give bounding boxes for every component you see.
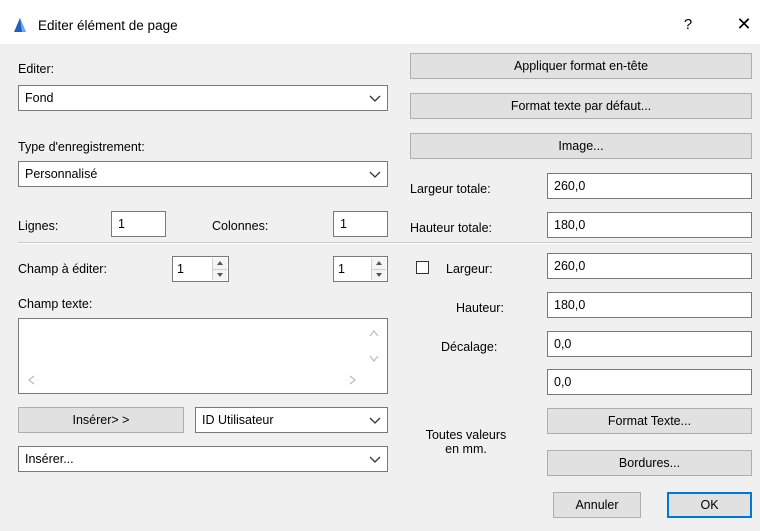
inserer-button[interactable]: Insérer> > bbox=[18, 407, 184, 433]
lignes-field[interactable]: 1 bbox=[111, 211, 166, 237]
close-button[interactable]: ✕ bbox=[734, 14, 754, 36]
image-button[interactable]: Image... bbox=[410, 133, 752, 159]
colonnes-field[interactable]: 1 bbox=[333, 211, 388, 237]
id-select-value: ID Utilisateur bbox=[202, 413, 274, 427]
hauteur-totale-field[interactable]: 180,0 bbox=[547, 212, 752, 238]
largeur-totale-field[interactable]: 260,0 bbox=[547, 173, 752, 199]
scroll-up-icon[interactable] bbox=[369, 329, 379, 337]
units-note-line2: en mm. bbox=[445, 442, 487, 456]
scroll-left-icon[interactable] bbox=[27, 375, 35, 385]
inserer-select[interactable]: Insérer... bbox=[18, 446, 388, 472]
largeur-field[interactable]: 260,0 bbox=[547, 253, 752, 279]
champ-edit-label: Champ à éditer: bbox=[18, 262, 107, 276]
type-select[interactable]: Personnalisé bbox=[18, 161, 388, 187]
champ-edit-stepper-2[interactable]: 1 bbox=[333, 256, 388, 282]
scroll-down-icon[interactable] bbox=[369, 355, 379, 363]
chevron-down-icon bbox=[369, 95, 381, 102]
chevron-down-icon bbox=[369, 171, 381, 178]
colonnes-label: Colonnes: bbox=[212, 219, 269, 233]
type-select-value: Personnalisé bbox=[25, 167, 98, 181]
stepper-down-icon[interactable] bbox=[372, 269, 386, 280]
lignes-label: Lignes: bbox=[18, 219, 59, 233]
chevron-down-icon bbox=[369, 456, 381, 463]
decalage-x-field[interactable]: 0,0 bbox=[547, 331, 752, 357]
hauteur-field[interactable]: 180,0 bbox=[547, 292, 752, 318]
largeur-totale-label: Largeur totale: bbox=[410, 182, 491, 196]
ok-button[interactable]: OK bbox=[667, 492, 752, 518]
cancel-button[interactable]: Annuler bbox=[553, 492, 641, 518]
largeur-label: Largeur: bbox=[446, 262, 493, 276]
champ-edit-value: 1 bbox=[177, 262, 184, 276]
apply-header-button[interactable]: Appliquer format en-tête bbox=[410, 53, 752, 79]
decalage-label: Décalage: bbox=[441, 340, 498, 354]
separator bbox=[18, 242, 752, 244]
window-title: Editer élément de page bbox=[38, 18, 178, 33]
scroll-right-icon[interactable] bbox=[349, 375, 357, 385]
format-texte-button[interactable]: Format Texte... bbox=[547, 408, 752, 434]
champ-edit-value-2: 1 bbox=[338, 262, 345, 276]
default-text-format-button[interactable]: Format texte par défaut... bbox=[410, 93, 752, 119]
champ-edit-stepper[interactable]: 1 bbox=[172, 256, 229, 282]
inserer-select-value: Insérer... bbox=[25, 452, 74, 466]
stepper-down-icon[interactable] bbox=[213, 269, 227, 280]
decalage-y-field[interactable]: 0,0 bbox=[547, 369, 752, 395]
editer-select-value: Fond bbox=[25, 91, 54, 105]
hauteur-label: Hauteur: bbox=[456, 301, 504, 315]
units-note-line1: Toutes valeurs bbox=[425, 428, 507, 442]
champ-texte-label: Champ texte: bbox=[18, 297, 93, 311]
bordures-button[interactable]: Bordures... bbox=[547, 450, 752, 476]
hauteur-totale-label: Hauteur totale: bbox=[410, 221, 492, 235]
archicad-icon bbox=[14, 18, 26, 32]
chevron-down-icon bbox=[369, 417, 381, 424]
id-select[interactable]: ID Utilisateur bbox=[195, 407, 388, 433]
stepper-arrows bbox=[371, 258, 386, 280]
stepper-arrows bbox=[212, 258, 227, 280]
help-button[interactable]: ? bbox=[678, 16, 698, 36]
editer-select[interactable]: Fond bbox=[18, 85, 388, 111]
champ-texte-area[interactable] bbox=[18, 318, 388, 394]
editer-label: Editer: bbox=[18, 62, 55, 76]
largeur-checkbox[interactable] bbox=[416, 261, 429, 274]
type-label: Type d'enregistrement: bbox=[18, 140, 145, 154]
